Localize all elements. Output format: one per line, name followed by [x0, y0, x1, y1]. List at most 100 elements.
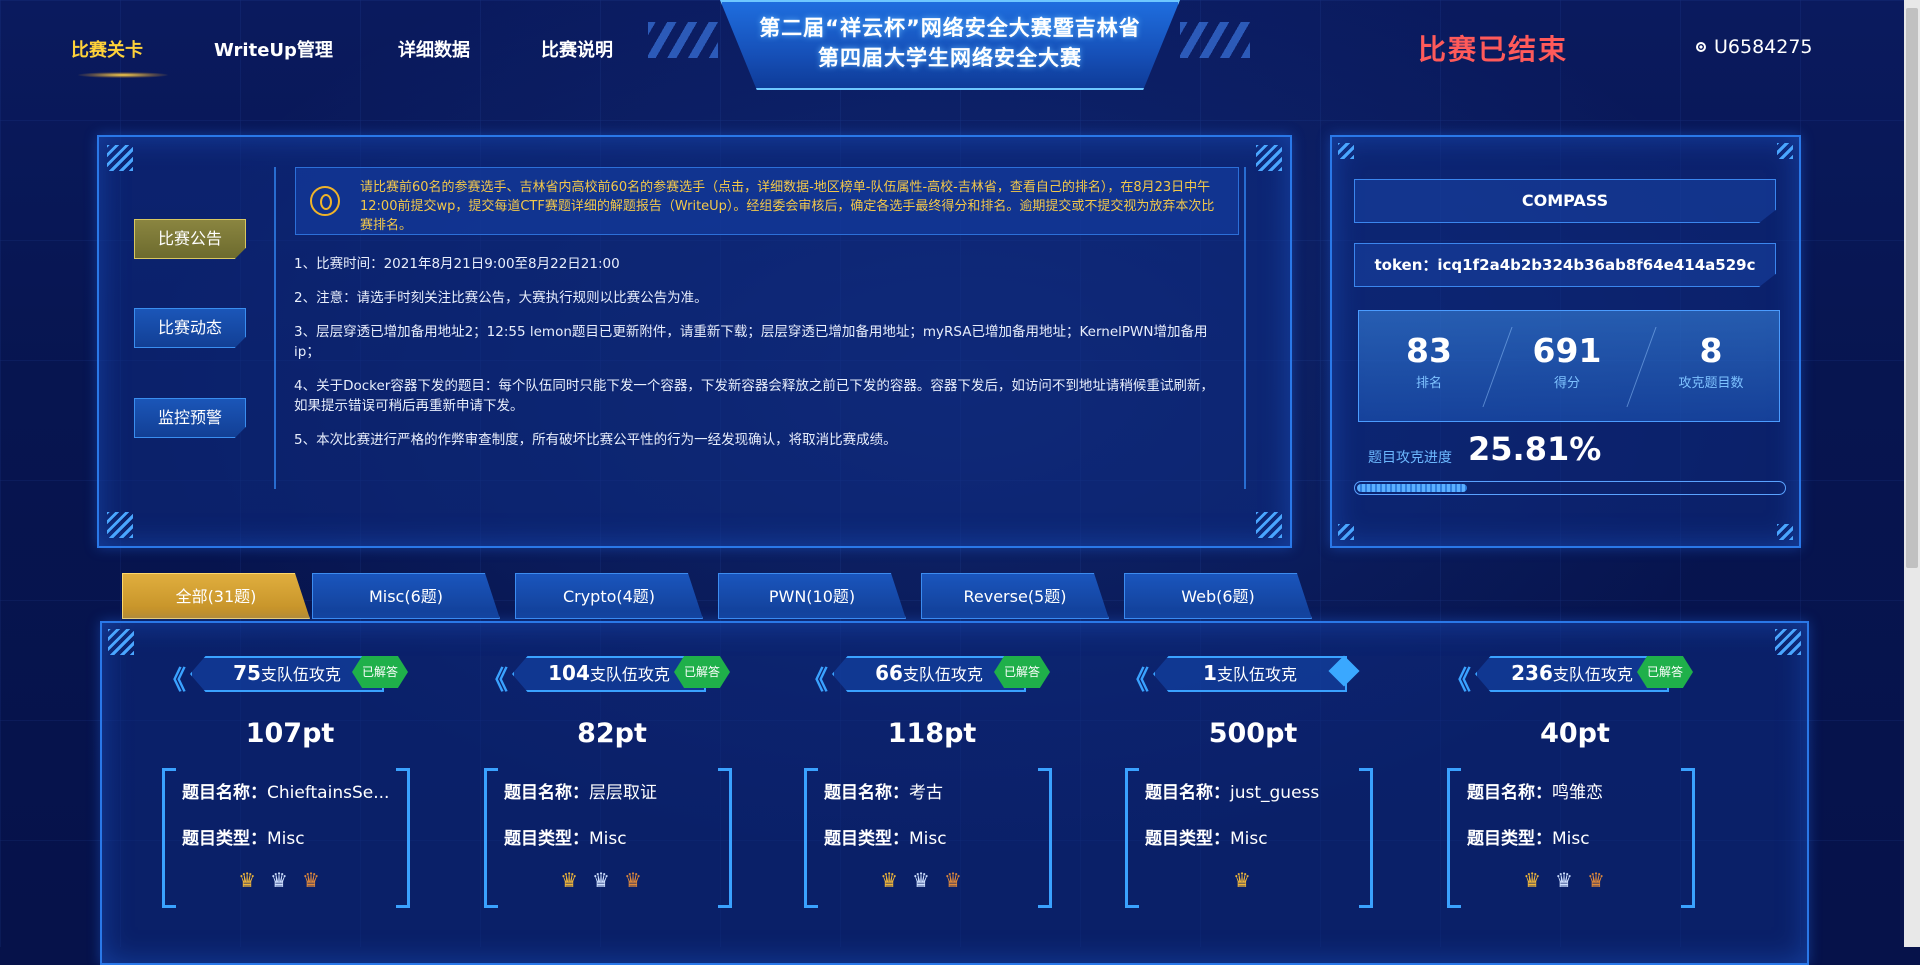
challenge-type: Misc: [909, 829, 947, 849]
chevron-left-icon: 《: [802, 666, 828, 696]
nav-writeup[interactable]: WriteUp管理: [214, 36, 333, 62]
challenge-type-row: 题目类型：Misc: [824, 824, 1040, 849]
blood-crowns: ♛♛♛: [804, 868, 1052, 892]
challenge-name: ChieftainsSe...: [267, 783, 390, 803]
gold-crown-icon: ♛: [880, 868, 913, 892]
stat-score-value: 691: [1532, 331, 1602, 370]
stat-rank-label: 排名: [1415, 376, 1442, 391]
nav-active-glow: [78, 72, 168, 78]
bulb-icon: [310, 186, 340, 216]
chevron-left-icon: 《: [160, 666, 186, 696]
nav-details[interactable]: 详细数据: [398, 36, 470, 62]
blood-crowns: ♛: [1125, 868, 1373, 892]
corner-deco: [1777, 524, 1793, 540]
gold-crown-icon: ♛: [1523, 868, 1556, 892]
challenge-card[interactable]: 《 66支队伍攻克 已解答 118pt 题目名称：考古 题目类型：Misc ♛♛…: [802, 652, 1062, 952]
scrollbar[interactable]: [1904, 0, 1920, 947]
tab-reverse[interactable]: Reverse(5题): [921, 573, 1109, 619]
corner-deco: [1777, 143, 1793, 159]
challenge-points: 118pt: [887, 718, 977, 749]
contest-status: 比赛已结束: [1418, 33, 1569, 66]
solve-count-suffix: 支队伍攻克: [260, 665, 341, 684]
challenge-name: 层层取证: [589, 783, 657, 803]
tab-web[interactable]: Web(6题): [1124, 573, 1312, 619]
challenge-type-key: 题目类型：: [824, 829, 909, 849]
divider-right: [1244, 167, 1246, 489]
stat-score-label: 得分: [1553, 376, 1580, 391]
scrollbar-thumb[interactable]: [1906, 8, 1918, 568]
bronze-crown-icon: ♛: [301, 868, 334, 892]
side-alerts[interactable]: 监控预警: [134, 398, 246, 438]
challenge-type-row: 题目类型：Misc: [1467, 824, 1683, 849]
side-updates[interactable]: 比赛动态: [134, 308, 246, 348]
divider-left: [274, 167, 276, 489]
tab-crypto[interactable]: Crypto(4题): [515, 573, 703, 619]
tab-all[interactable]: 全部(31题): [122, 573, 310, 619]
stat-rank-value: 83: [1406, 331, 1452, 370]
event-title-line1: 第二届“祥云杯”网络安全大赛暨吉林省: [759, 16, 1141, 40]
notice-highlight-text: 请比赛前60名的参赛选手、吉林省内高校前60名的参赛选手（点击，详细数据-地区榜…: [360, 180, 1215, 233]
rule-item: 2、注意：请选手时刻关注比赛公告，大赛执行规则以比赛公告为准。: [294, 290, 708, 306]
rule-item: 1、比赛时间：2021年8月21日9:00至8月22日21:00: [294, 256, 620, 272]
challenge-type: Misc: [1230, 829, 1268, 849]
title-deco-left: [648, 22, 718, 58]
gold-crown-icon: ♛: [238, 868, 271, 892]
stat-solved: 8 攻克题目数: [1641, 331, 1781, 391]
chevron-left-icon: 《: [1445, 666, 1471, 696]
nav-rules[interactable]: 比赛说明: [541, 36, 613, 62]
silver-crown-icon: ♛: [592, 868, 624, 892]
challenge-card[interactable]: 《 236支队伍攻克 已解答 40pt 题目名称：鸣雏恋 题目类型：Misc ♛…: [1445, 652, 1705, 952]
challenge-card[interactable]: 《 104支队伍攻克 已解答 82pt 题目名称：层层取证 题目类型：Misc …: [482, 652, 742, 952]
challenge-card[interactable]: 《 1支队伍攻克 500pt 题目名称：just_guess 题目类型：Misc…: [1123, 652, 1383, 952]
challenge-name: 考古: [909, 783, 943, 803]
challenge-info: 题目名称：just_guess 题目类型：Misc ♛: [1125, 768, 1373, 908]
solve-count-suffix: 支队伍攻克: [589, 665, 670, 684]
challenge-name-key: 题目名称：: [504, 783, 589, 803]
challenge-type-key: 题目类型：: [1145, 829, 1230, 849]
team-token[interactable]: token：icq1f2a4b2b324b36ab8f64e414a529c: [1354, 243, 1776, 287]
silver-crown-icon: ♛: [912, 868, 944, 892]
challenge-name-row: 题目名称：鸣雏恋: [1467, 778, 1683, 803]
solve-count: 《 1支队伍攻克: [1123, 652, 1360, 696]
blood-crowns: ♛♛♛: [1447, 868, 1695, 892]
challenge-info: 题目名称：考古 题目类型：Misc ♛♛♛: [804, 768, 1052, 908]
challenge-name-row: 题目名称：just_guess: [1145, 778, 1361, 803]
challenge-type-key: 题目类型：: [504, 829, 589, 849]
chevron-left-icon: 《: [1123, 666, 1149, 696]
challenge-name-key: 题目名称：: [182, 783, 267, 803]
nav-challenges[interactable]: 比赛关卡: [71, 36, 143, 62]
tab-misc[interactable]: Misc(6题): [312, 573, 500, 619]
challenge-type: Misc: [1552, 829, 1590, 849]
stat-solved-value: 8: [1699, 331, 1723, 370]
challenge-points: 107pt: [245, 718, 335, 749]
corner-deco: [1338, 524, 1354, 540]
challenge-type-row: 题目类型：Misc: [182, 824, 398, 849]
rule-item: 4、关于Docker容器下发的题目：每个队伍同时只能下发一个容器，下发新容器会释…: [294, 378, 1214, 414]
user-menu[interactable]: U6584275: [1696, 36, 1813, 58]
solved-badge: 已解答: [352, 656, 408, 688]
bronze-crown-icon: ♛: [1586, 868, 1619, 892]
gold-crown-icon: ♛: [1233, 868, 1265, 892]
side-announcements[interactable]: 比赛公告: [134, 219, 246, 259]
solve-count-value: 104: [548, 661, 590, 685]
challenge-type-row: 题目类型：Misc: [1145, 824, 1361, 849]
stat-score: 691 得分: [1497, 331, 1637, 391]
challenge-type-row: 题目类型：Misc: [504, 824, 720, 849]
solve-count: 《 104支队伍攻克 已解答: [482, 652, 730, 696]
challenge-name-key: 题目名称：: [824, 783, 909, 803]
blood-crowns: ♛♛♛: [484, 868, 732, 892]
gold-crown-icon: ♛: [560, 868, 593, 892]
challenge-card[interactable]: 《 75支队伍攻克 已解答 107pt 题目名称：ChieftainsSe...…: [160, 652, 420, 952]
challenge-points: 40pt: [1540, 718, 1610, 749]
tab-pwn[interactable]: PWN(10题): [718, 573, 906, 619]
solved-badge: 已解答: [994, 656, 1050, 688]
challenge-name-key: 题目名称：: [1145, 783, 1230, 803]
rule-item: 3、层层穿透已增加备用地址2；12:55 lemon题目已更新附件，请重新下载；…: [294, 324, 1208, 360]
solve-count-suffix: 支队伍攻克: [1216, 665, 1297, 684]
challenge-name: 鸣雏恋: [1552, 783, 1603, 803]
corner-deco: [107, 145, 133, 171]
solve-count-value: 66: [875, 661, 903, 685]
challenge-name: just_guess: [1230, 783, 1320, 803]
solve-count-box: 1支队伍攻克: [1153, 656, 1347, 692]
bronze-crown-icon: ♛: [943, 868, 976, 892]
